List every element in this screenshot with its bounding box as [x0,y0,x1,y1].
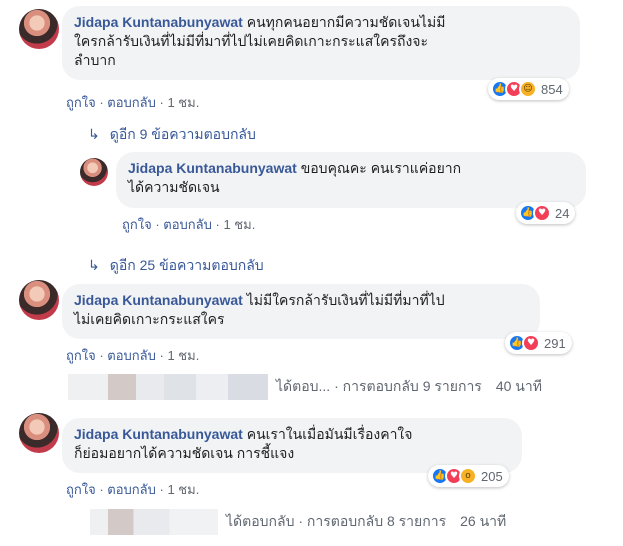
love-reaction-icon: ♥ [522,334,540,352]
comment-bubble: Jidapa Kuntanabunyawat คนทุกคนอยากมีความ… [62,6,580,80]
reply-link[interactable]: ตอบกลับ [163,217,212,232]
comment-actions: ถูกใจ · ตอบกลับ · 1 ชม. [66,345,199,366]
timestamp[interactable]: 1 ชม. [167,95,199,110]
avatar[interactable] [19,9,59,49]
comment-bubble: Jidapa Kuntanabunyawat ขอบคุณคะ คนเราแค่… [116,152,586,208]
reaction-summary[interactable]: 👍 ♥ ☺ 854 [488,78,569,100]
collapsed-replies[interactable]: ได้ตอบกลับ · การตอบกลับ 8 รายการ 26 นาที [90,509,506,535]
collapsed-replies-label: ได้ตอบ... · การตอบกลับ 9 รายการ [276,378,482,394]
comment-text-line: ได้ความชัดเจน [128,179,220,195]
timestamp[interactable]: 1 ชม. [167,482,199,497]
blurred-avatars [68,374,268,400]
reaction-count: 205 [481,468,503,484]
comment-author[interactable]: Jidapa Kuntanabunyawat [128,160,297,176]
reply-link[interactable]: ตอบกลับ [107,482,156,497]
reaction-summary[interactable]: 👍 ♥ 291 [505,332,572,354]
reaction-count: 291 [544,335,566,351]
avatar[interactable] [19,280,59,320]
avatar[interactable] [80,158,108,186]
comment-text: คนทุกคนอยากมีความชัดเจนไม่มี [246,14,446,30]
wow-reaction-icon: o [459,467,477,485]
reaction-count: 24 [555,205,570,221]
comment-text-line: ก็ย่อมอยากได้ความชัดเจน การชี้แจง [74,445,295,461]
comment-text-line: ไม่เคยคิดเกาะกระแสใคร [74,311,225,327]
reply-arrow-icon: ↳ [88,258,100,274]
timestamp: 40 นาที [495,378,542,394]
timestamp[interactable]: 1 ชม. [223,217,255,232]
comment-text: ขอบคุณคะ คนเราแค่อยาก [300,160,462,176]
view-more-replies-label: ดูอีก 25 ข้อความตอบกลับ [109,257,264,273]
comment-author[interactable]: Jidapa Kuntanabunyawat [74,292,243,308]
avatar[interactable] [19,413,59,453]
love-reaction-icon: ♥ [533,204,551,222]
comment-author[interactable]: Jidapa Kuntanabunyawat [74,426,243,442]
timestamp: 26 นาที [460,513,507,529]
comment-text-line: ลำบาก [74,52,116,68]
reply-link[interactable]: ตอบกลับ [107,95,156,110]
view-more-replies[interactable]: ↳ ดูอีก 25 ข้อความตอบกลับ [88,255,264,277]
collapsed-replies-label: ได้ตอบกลับ · การตอบกลับ 8 รายการ [226,513,447,529]
like-link[interactable]: ถูกใจ [66,482,96,497]
timestamp[interactable]: 1 ชม. [167,348,199,363]
comment-actions: ถูกใจ · ตอบกลับ · 1 ชม. [66,92,199,113]
comment-text-line: ใครกล้ารับเงินที่ไม่มีที่มาที่ไปไม่เคยคิ… [74,33,428,49]
comment-actions: ถูกใจ · ตอบกลับ · 1 ชม. [122,214,255,235]
haha-reaction-icon: ☺ [519,80,537,98]
reply-link[interactable]: ตอบกลับ [107,348,156,363]
view-more-replies[interactable]: ↳ ดูอีก 9 ข้อความตอบกลับ [88,124,256,146]
like-link[interactable]: ถูกใจ [122,217,152,232]
collapsed-replies[interactable]: ได้ตอบ... · การตอบกลับ 9 รายการ 40 นาที [68,374,542,400]
comment-actions: ถูกใจ · ตอบกลับ · 1 ชม. [66,479,199,500]
like-link[interactable]: ถูกใจ [66,348,96,363]
reaction-count: 854 [541,81,563,97]
comment-author[interactable]: Jidapa Kuntanabunyawat [74,14,243,30]
view-more-replies-label: ดูอีก 9 ข้อความตอบกลับ [109,126,256,142]
reply-arrow-icon: ↳ [88,127,100,143]
blurred-avatars [90,509,218,535]
like-link[interactable]: ถูกใจ [66,95,96,110]
reaction-summary[interactable]: 👍 ♥ 24 [516,202,576,224]
comment-text: ไม่มีใครกล้ารับเงินที่ไม่มีที่มาที่ไป [246,292,445,308]
reaction-summary[interactable]: 👍 ♥ o 205 [428,465,509,487]
comment-text: คนเราในเมื่อมันมีเรื่องคาใจ [246,426,413,442]
comment-bubble: Jidapa Kuntanabunyawat ไม่มีใครกล้ารับเง… [62,284,540,339]
